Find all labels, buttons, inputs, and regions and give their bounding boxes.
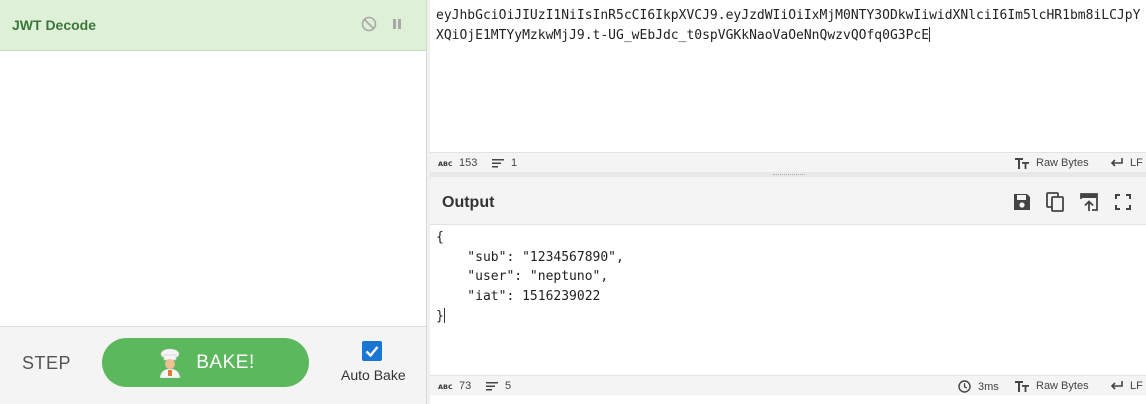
replace-input-icon[interactable] xyxy=(1078,191,1100,213)
output-textarea[interactable]: { "sub": "1234567890", "user": "neptuno"… xyxy=(436,228,1142,327)
output-char-count-value: 73 xyxy=(459,380,472,392)
output-bake-time-value: 3ms xyxy=(978,380,999,393)
lines-icon xyxy=(486,382,498,391)
output-line-count: 5 xyxy=(486,380,511,392)
enter-icon xyxy=(1110,158,1123,167)
input-encoding[interactable]: Raw Bytes xyxy=(1015,157,1089,169)
input-encoding-value: Raw Bytes xyxy=(1036,157,1089,169)
abc-icon: ABC xyxy=(438,383,452,390)
output-eol-value: LF xyxy=(1130,380,1143,392)
auto-bake-checkbox[interactable] xyxy=(362,341,382,361)
output-caret xyxy=(443,307,445,323)
operation-title: JWT Decode xyxy=(12,17,97,33)
auto-bake-label: Auto Bake xyxy=(341,367,406,383)
output-bake-time: 3ms xyxy=(958,380,999,393)
input-value: eyJhbGciOiJIUzI1NiIsInR5cCI6IkpXVCJ9.eyJ… xyxy=(436,8,1141,43)
text-encoding-icon xyxy=(1015,157,1029,169)
chef-icon xyxy=(159,348,181,378)
text-encoding-icon xyxy=(1015,380,1029,392)
input-eol[interactable]: LF xyxy=(1110,157,1143,169)
checkmark-icon xyxy=(365,346,379,358)
bake-button[interactable]: BAKE! xyxy=(102,338,309,387)
input-line-count: 1 xyxy=(492,157,517,169)
copy-icon[interactable] xyxy=(1044,191,1066,213)
output-line-count-value: 5 xyxy=(505,380,512,392)
disable-icon[interactable] xyxy=(361,16,377,32)
output-header: Output xyxy=(430,177,1146,225)
output-char-count: ABC 73 xyxy=(438,380,471,392)
lines-icon xyxy=(492,159,504,168)
abc-icon: ABC xyxy=(438,160,452,167)
input-textarea[interactable]: eyJhbGciOiJIUzI1NiIsInR5cCI6IkpXVCJ9.eyJ… xyxy=(436,6,1142,46)
clock-icon xyxy=(958,380,971,393)
output-eol[interactable]: LF xyxy=(1110,380,1143,392)
recipe-pane: JWT Decode STEP BAKE! Auto Bake xyxy=(0,0,427,404)
divider-grip-icon[interactable] xyxy=(773,174,805,175)
step-button[interactable]: STEP xyxy=(22,353,71,374)
svg-text:ABC: ABC xyxy=(438,160,452,167)
input-status-bar: ABC 153 1 Raw Bytes LF xyxy=(430,152,1146,172)
input-char-count-value: 153 xyxy=(459,157,478,169)
output-encoding-value: Raw Bytes xyxy=(1036,380,1089,392)
text-caret xyxy=(929,27,931,42)
recipe-operation[interactable]: JWT Decode xyxy=(0,0,426,51)
bake-label: BAKE! xyxy=(196,351,255,373)
pause-icon[interactable] xyxy=(389,16,405,32)
output-encoding[interactable]: Raw Bytes xyxy=(1015,380,1089,392)
input-eol-value: LF xyxy=(1130,157,1143,169)
maximise-icon[interactable] xyxy=(1112,191,1134,213)
output-title: Output xyxy=(442,194,495,211)
input-char-count: ABC 153 xyxy=(438,157,477,169)
save-icon[interactable] xyxy=(1011,191,1033,213)
bake-controls: STEP BAKE! Auto Bake xyxy=(0,326,426,404)
input-line-count-value: 1 xyxy=(511,157,518,169)
output-status-bar: ABC 73 5 3ms Raw Bytes LF xyxy=(430,375,1146,395)
output-value: { "sub": "1234567890", "user": "neptuno"… xyxy=(436,230,624,324)
enter-icon xyxy=(1110,381,1123,390)
svg-text:ABC: ABC xyxy=(438,383,452,390)
